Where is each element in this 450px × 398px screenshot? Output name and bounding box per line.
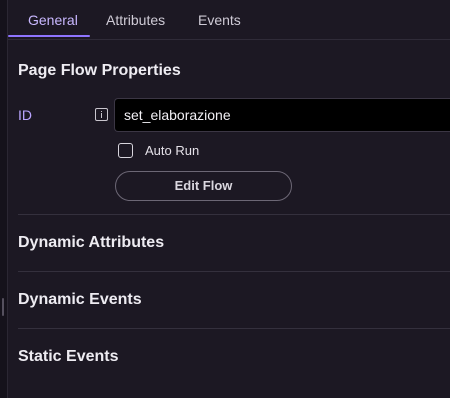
info-icon[interactable] — [95, 108, 108, 121]
edit-flow-button[interactable]: Edit Flow — [115, 171, 292, 201]
auto-run-label: Auto Run — [145, 143, 200, 158]
panel-resize-strip[interactable] — [0, 0, 8, 398]
section-divider — [18, 271, 450, 272]
tab-general[interactable]: General — [28, 0, 78, 40]
page-flow-properties-title: Page Flow Properties — [18, 62, 181, 79]
static-events-section[interactable]: Static Events — [18, 348, 118, 366]
tab-bar: General Attributes Events — [8, 0, 450, 40]
dynamic-events-section[interactable]: Dynamic Events — [18, 291, 142, 309]
auto-run-checkbox[interactable] — [118, 143, 133, 158]
id-input[interactable] — [114, 98, 450, 132]
tab-events[interactable]: Events — [198, 0, 241, 40]
section-divider — [18, 214, 450, 215]
active-tab-indicator — [8, 35, 90, 37]
id-label: ID — [18, 107, 32, 123]
section-divider — [18, 328, 450, 329]
tab-attributes[interactable]: Attributes — [106, 0, 165, 40]
dynamic-attributes-section[interactable]: Dynamic Attributes — [18, 234, 164, 252]
resize-handle[interactable] — [2, 298, 4, 316]
